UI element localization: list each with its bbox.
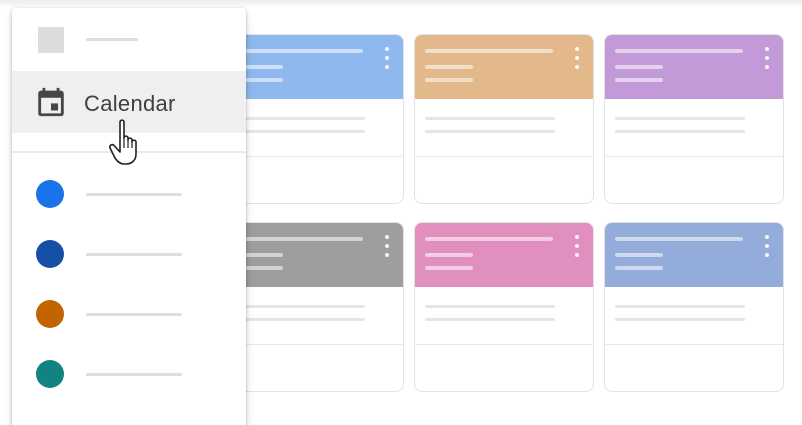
more-vert-icon[interactable] xyxy=(765,235,769,257)
class-card-header[interactable] xyxy=(225,223,403,287)
more-vert-icon[interactable] xyxy=(385,235,389,257)
class-title-placeholder xyxy=(235,237,363,241)
class-card-header[interactable] xyxy=(225,35,403,99)
class-card-footer xyxy=(605,345,783,391)
class-teacher-placeholder xyxy=(615,266,663,270)
more-vert-icon[interactable] xyxy=(575,47,579,69)
class-card-footer xyxy=(225,345,403,391)
text-placeholder xyxy=(615,318,745,321)
class-card-body xyxy=(415,287,593,345)
class-card[interactable] xyxy=(224,34,404,204)
class-color-dot xyxy=(36,360,64,388)
class-section-placeholder xyxy=(425,65,473,69)
more-vert-icon[interactable] xyxy=(765,47,769,69)
class-title-placeholder xyxy=(425,49,553,53)
class-teacher-placeholder xyxy=(425,78,473,82)
text-placeholder xyxy=(425,305,555,308)
class-card-body xyxy=(605,287,783,345)
class-card-grid xyxy=(224,34,784,392)
label-placeholder xyxy=(86,38,138,41)
drawer-item-class[interactable] xyxy=(12,284,246,344)
class-card-footer xyxy=(225,157,403,203)
class-card-footer xyxy=(415,345,593,391)
class-teacher-placeholder xyxy=(615,78,663,82)
class-card[interactable] xyxy=(604,222,784,392)
square-placeholder-icon xyxy=(38,27,64,53)
more-vert-icon[interactable] xyxy=(575,235,579,257)
class-card[interactable] xyxy=(604,34,784,204)
text-placeholder xyxy=(615,117,745,120)
text-placeholder xyxy=(235,117,365,120)
calendar-label: Calendar xyxy=(84,91,176,116)
pointer-hand-icon xyxy=(109,119,137,165)
text-placeholder xyxy=(615,130,745,133)
class-title-placeholder xyxy=(615,49,743,53)
class-card-footer xyxy=(415,157,593,203)
class-section-placeholder xyxy=(615,65,663,69)
class-section-placeholder xyxy=(425,253,473,257)
class-section-placeholder xyxy=(615,253,663,257)
class-card-body xyxy=(415,99,593,157)
class-teacher-placeholder xyxy=(425,266,473,270)
class-title-placeholder xyxy=(425,237,553,241)
class-card-body xyxy=(605,99,783,157)
drawer-item-class[interactable] xyxy=(12,344,246,404)
calendar-icon xyxy=(38,87,64,117)
text-placeholder xyxy=(615,305,745,308)
label-placeholder xyxy=(86,313,182,316)
class-card-header[interactable] xyxy=(415,35,593,99)
drawer-item-class[interactable] xyxy=(12,164,246,224)
class-card[interactable] xyxy=(224,222,404,392)
class-card[interactable] xyxy=(414,34,594,204)
label-placeholder xyxy=(86,193,182,196)
text-placeholder xyxy=(425,130,555,133)
class-color-dot xyxy=(36,300,64,328)
class-color-dot xyxy=(36,180,64,208)
class-title-placeholder xyxy=(235,49,363,53)
text-placeholder xyxy=(425,117,555,120)
drawer-item-home[interactable] xyxy=(12,8,246,68)
label-placeholder xyxy=(86,253,182,256)
navigation-drawer: Calendar xyxy=(12,8,246,425)
class-color-dot xyxy=(36,240,64,268)
class-card[interactable] xyxy=(414,222,594,392)
label-placeholder xyxy=(86,373,182,376)
drawer-item-class[interactable] xyxy=(12,224,246,284)
class-card-body xyxy=(225,287,403,345)
text-placeholder xyxy=(235,318,365,321)
class-card-header[interactable] xyxy=(415,223,593,287)
class-card-body xyxy=(225,99,403,157)
class-card-footer xyxy=(605,157,783,203)
more-vert-icon[interactable] xyxy=(385,47,389,69)
text-placeholder xyxy=(425,318,555,321)
top-shadow xyxy=(0,0,802,8)
class-title-placeholder xyxy=(615,237,743,241)
text-placeholder xyxy=(235,130,365,133)
class-card-header[interactable] xyxy=(605,35,783,99)
class-card-header[interactable] xyxy=(605,223,783,287)
text-placeholder xyxy=(235,305,365,308)
